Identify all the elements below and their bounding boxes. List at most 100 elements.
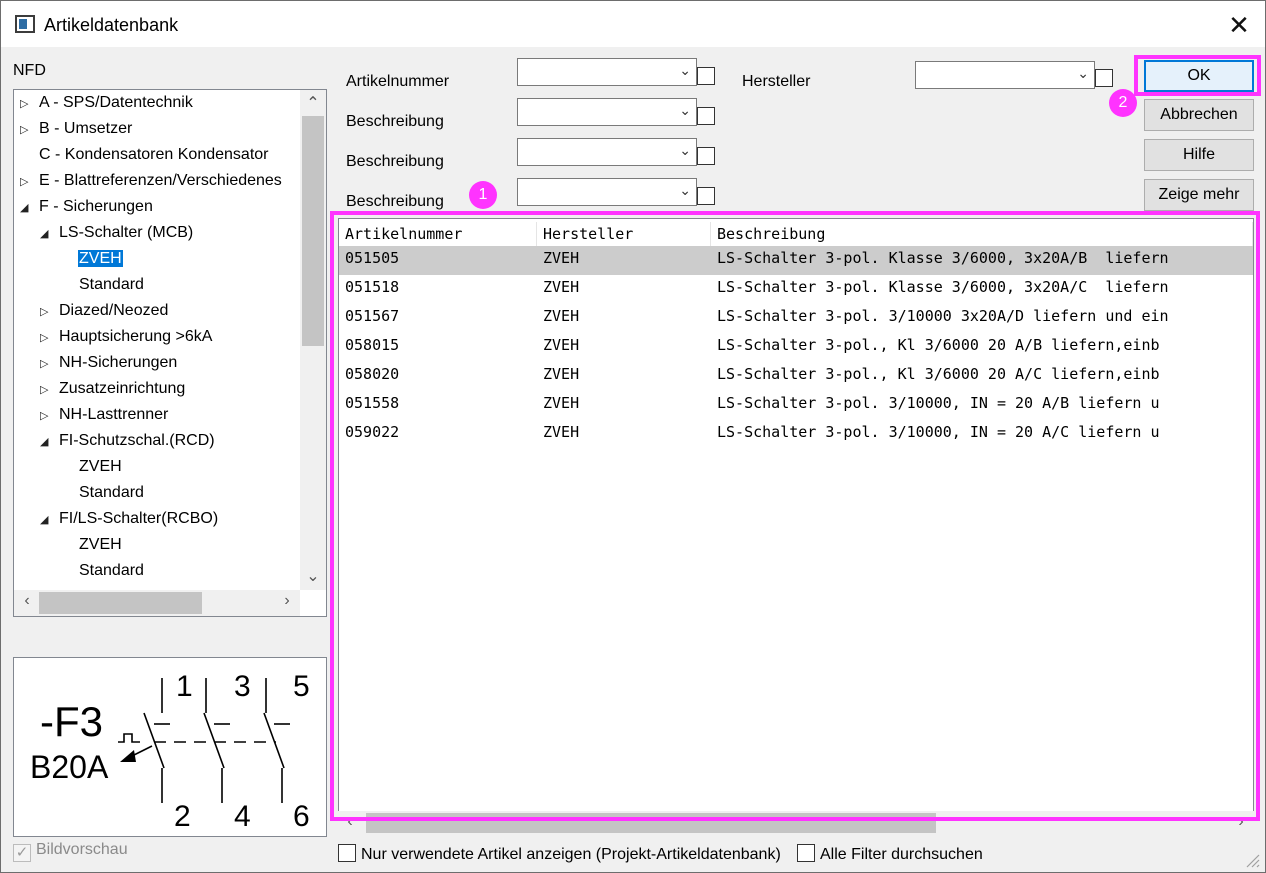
app-icon bbox=[15, 15, 35, 33]
tree-item[interactable]: ▷ Hauptsicherung >6kA bbox=[40, 325, 213, 349]
tree-item-label: Hauptsicherung >6kA bbox=[59, 328, 213, 345]
beschreibung-label-3: Beschreibung bbox=[346, 193, 444, 210]
highlight-ok-button bbox=[1134, 55, 1261, 96]
symbol-preview: -F3 B20A 1 3 5 2 4 6 bbox=[13, 657, 327, 837]
nur-verwendete-label: Nur verwendete Artikel anzeigen (Projekt… bbox=[361, 846, 781, 863]
collapse-icon[interactable]: ◢ bbox=[40, 222, 58, 246]
terminal-1: 1 bbox=[176, 670, 193, 703]
chevron-down-icon: ⌄ bbox=[679, 102, 691, 118]
tree-item[interactable]: ▷ Zusatzeinrichtung bbox=[40, 377, 186, 401]
tree-item-label: ZVEH bbox=[79, 536, 122, 553]
expand-icon[interactable]: ▷ bbox=[40, 404, 58, 428]
tree-horizontal-scroll-thumb[interactable] bbox=[39, 592, 202, 614]
artikelnummer-combo[interactable]: ⌄ bbox=[517, 58, 697, 86]
terminal-5: 5 bbox=[293, 670, 310, 703]
nur-verwendete-checkbox[interactable]: Nur verwendete Artikel anzeigen (Projekt… bbox=[338, 844, 781, 864]
expand-icon[interactable]: ▷ bbox=[20, 170, 38, 194]
designation-text: -F3 bbox=[40, 698, 103, 745]
bildvorschau-checkbox[interactable]: ✓ Bildvorschau bbox=[13, 841, 128, 862]
tree-item[interactable]: ▷ NH-Sicherungen bbox=[40, 351, 178, 375]
tree-item-label: ZVEH bbox=[79, 458, 122, 475]
rating-text: B20A bbox=[30, 749, 109, 785]
checkmark-icon: ✓ bbox=[13, 844, 31, 862]
chevron-down-icon: ⌄ bbox=[679, 62, 691, 78]
scroll-right-icon[interactable]: › bbox=[276, 592, 298, 614]
chevron-down-icon: ⌄ bbox=[679, 182, 691, 198]
tree-item[interactable]: C - Kondensatoren Kondensator bbox=[20, 143, 269, 167]
resize-grip-icon[interactable] bbox=[1241, 849, 1261, 869]
title-bar: Artikeldatenbank ✕ bbox=[1, 1, 1265, 47]
hersteller-label: Hersteller bbox=[742, 73, 811, 90]
scroll-left-icon[interactable]: ‹ bbox=[16, 592, 38, 614]
tree-item-label: NH-Lasttrenner bbox=[59, 406, 169, 423]
highlight-article-grid bbox=[330, 211, 1260, 821]
circuit-breaker-symbol: -F3 B20A 1 3 5 2 4 6 bbox=[30, 670, 310, 833]
beschreibung-checkbox-2[interactable] bbox=[697, 147, 715, 165]
tree-item[interactable]: ▷ Diazed/Neozed bbox=[40, 299, 169, 323]
expand-icon[interactable]: ▷ bbox=[40, 352, 58, 376]
alle-filter-checkbox[interactable]: Alle Filter durchsuchen bbox=[797, 844, 983, 864]
collapse-icon[interactable]: ◢ bbox=[20, 196, 38, 220]
expand-icon[interactable]: ▷ bbox=[20, 92, 38, 116]
artikelnummer-checkbox[interactable] bbox=[697, 67, 715, 85]
hilfe-button[interactable]: Hilfe bbox=[1144, 139, 1254, 171]
tree-item[interactable]: Standard bbox=[78, 481, 145, 505]
tree-item-label: Diazed/Neozed bbox=[59, 302, 169, 319]
tree-item[interactable]: ▷ B - Umsetzer bbox=[20, 117, 133, 141]
tree-item[interactable]: ZVEH bbox=[78, 455, 123, 479]
tree-item[interactable]: ◢ FI-Schutzschal.(RCD) bbox=[40, 429, 216, 453]
tree-item[interactable]: ▷ NH-Lasttrenner bbox=[40, 403, 169, 427]
tree-item[interactable]: ◢ FI/LS-Schalter(RCBO) bbox=[40, 507, 219, 531]
artikelnummer-label: Artikelnummer bbox=[346, 73, 450, 90]
close-button[interactable]: ✕ bbox=[1219, 7, 1259, 43]
beschreibung-combo-1[interactable]: ⌄ bbox=[517, 98, 697, 126]
scroll-up-icon[interactable]: ⌃ bbox=[300, 93, 326, 115]
terminal-2: 2 bbox=[174, 800, 191, 833]
tree-item[interactable]: Standard bbox=[78, 273, 145, 297]
beschreibung-checkbox-1[interactable] bbox=[697, 107, 715, 125]
scroll-down-icon[interactable]: ⌄ bbox=[300, 566, 326, 588]
checkbox-box bbox=[338, 844, 356, 862]
chevron-down-icon: ⌄ bbox=[679, 142, 691, 158]
beschreibung-combo-3[interactable]: ⌄ bbox=[517, 178, 697, 206]
tree-item-label: Standard bbox=[79, 276, 144, 293]
tree-item-label: NH-Sicherungen bbox=[59, 354, 178, 371]
terminal-4: 4 bbox=[234, 800, 251, 833]
tree-item[interactable]: ◢ F - Sicherungen bbox=[20, 195, 154, 219]
tree-item[interactable]: ▷ A - SPS/Datentechnik bbox=[20, 91, 194, 115]
tree-item-label: E - Blattreferenzen/Verschiedenes bbox=[39, 172, 282, 189]
category-tree[interactable]: ▷ A - SPS/Datentechnik ▷ B - Umsetzer C - Ko… bbox=[13, 89, 327, 617]
window-title: Artikeldatenbank bbox=[44, 15, 179, 35]
hersteller-combo[interactable]: ⌄ bbox=[915, 61, 1095, 89]
tree-item-label: C - Kondensatoren Kondensator bbox=[39, 146, 269, 163]
tree-item[interactable]: Standard bbox=[78, 559, 145, 583]
collapse-icon[interactable]: ◢ bbox=[40, 430, 58, 454]
bildvorschau-label: Bildvorschau bbox=[36, 841, 128, 858]
tree-item-label: LS-Schalter (MCB) bbox=[59, 224, 194, 241]
expand-icon[interactable]: ▷ bbox=[40, 378, 58, 402]
beschreibung-checkbox-3[interactable] bbox=[697, 187, 715, 205]
beschreibung-combo-2[interactable]: ⌄ bbox=[517, 138, 697, 166]
beschreibung-label-1: Beschreibung bbox=[346, 113, 444, 130]
tree-item-label: Zusatzeinrichtung bbox=[59, 380, 186, 397]
expand-icon[interactable]: ▷ bbox=[40, 326, 58, 350]
tree-item-label: ZVEH bbox=[78, 250, 123, 267]
tree-item[interactable]: ▷ E - Blattreferenzen/Verschiedenes bbox=[20, 169, 283, 193]
abbrechen-button[interactable]: Abbrechen bbox=[1144, 99, 1254, 131]
collapse-icon[interactable]: ◢ bbox=[40, 508, 58, 532]
zeige-mehr-button[interactable]: Zeige mehr bbox=[1144, 179, 1254, 211]
tree-item[interactable]: ZVEH bbox=[78, 247, 123, 271]
tree-item[interactable]: ◢ LS-Schalter (MCB) bbox=[40, 221, 194, 245]
annotation-badge-1: 1 bbox=[469, 181, 497, 209]
tree-vertical-scroll-thumb[interactable] bbox=[302, 116, 324, 346]
expand-icon[interactable]: ▷ bbox=[40, 300, 58, 324]
terminal-3: 3 bbox=[234, 670, 251, 703]
terminal-6: 6 bbox=[293, 800, 310, 833]
tree-item-label: Standard bbox=[79, 562, 144, 579]
checkbox-box bbox=[797, 844, 815, 862]
tree-item[interactable]: ZVEH bbox=[78, 533, 123, 557]
chevron-down-icon: ⌄ bbox=[1077, 65, 1089, 81]
hersteller-checkbox[interactable] bbox=[1095, 69, 1113, 87]
expand-icon[interactable]: ▷ bbox=[20, 118, 38, 142]
alle-filter-label: Alle Filter durchsuchen bbox=[820, 846, 983, 863]
